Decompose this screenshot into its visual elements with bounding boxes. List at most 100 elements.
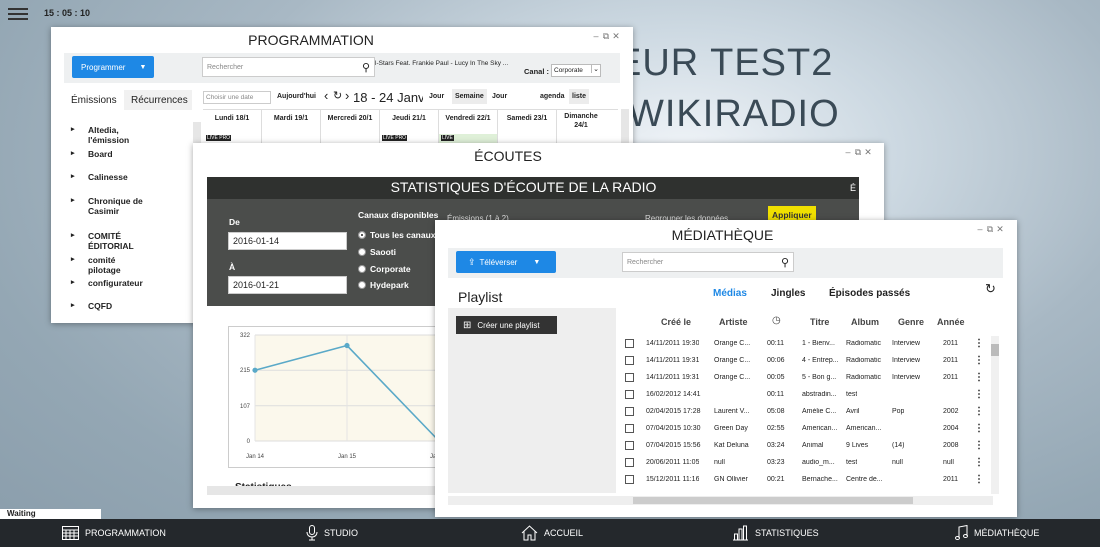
table-cell: null	[943, 459, 954, 466]
refresh-icon[interactable]: ↻	[985, 281, 996, 297]
refresh-icon[interactable]: ↻	[333, 89, 342, 102]
more-icon[interactable]: ⋮	[974, 440, 984, 451]
tab-past-episodes[interactable]: Épisodes passés	[829, 288, 910, 299]
nav-programmation[interactable]: PROGRAMMATION	[62, 519, 166, 547]
more-icon[interactable]: ⋮	[974, 355, 984, 366]
more-icon[interactable]: ⋮	[974, 389, 984, 400]
search-input[interactable]: Rechercher ⚲	[622, 252, 794, 272]
more-icon[interactable]: ⋮	[974, 474, 984, 485]
today-button[interactable]: Aujourd'hui	[277, 93, 316, 100]
table-row[interactable]: 16/02/2012 14:41 00:11 abstradin... test ⋮	[616, 387, 986, 404]
prev-icon[interactable]: ‹	[324, 88, 328, 103]
day-view-button[interactable]: Jour	[429, 93, 444, 100]
column-header[interactable]: Artiste	[719, 317, 748, 327]
agenda-view-button[interactable]: agenda	[540, 93, 565, 100]
column-header[interactable]: Genre	[898, 317, 924, 327]
table-cell: Orange C...	[714, 374, 751, 381]
week-view-button[interactable]: Semaine	[452, 89, 487, 104]
scrollbar[interactable]	[448, 496, 993, 505]
row-checkbox[interactable]	[625, 390, 634, 399]
table-row[interactable]: 20/06/2011 11:05 null 03:23 audio_m... test n…	[616, 455, 986, 472]
row-checkbox[interactable]	[625, 356, 634, 365]
column-header[interactable]: Album	[851, 317, 879, 327]
program-button[interactable]: Programmer ▼	[72, 56, 154, 78]
restore-icon[interactable]: ⧉	[853, 147, 863, 158]
upload-button[interactable]: ⇪ Téléverser ▼	[456, 251, 556, 273]
row-checkbox[interactable]	[625, 407, 634, 416]
restore-icon[interactable]: ⧉	[601, 31, 611, 42]
table-cell: Pop	[892, 408, 905, 415]
minimize-icon[interactable]: –	[591, 31, 601, 41]
more-icon[interactable]: ⋮	[974, 423, 984, 434]
table-row[interactable]: 14/11/2011 19:31 Orange C... 00:06 4 - Entr…	[616, 353, 986, 370]
minimize-icon[interactable]: –	[843, 147, 853, 157]
row-checkbox[interactable]	[625, 475, 634, 484]
table-row[interactable]: 14/11/2011 19:30 Orange C... 00:11 1 - Bien…	[616, 336, 986, 353]
menu-icon[interactable]	[8, 8, 28, 20]
canal-select[interactable]: Corporate ⌄	[551, 64, 601, 77]
table-row[interactable]: 02/04/2015 17:28 Laurent V... 05:08 Amélie …	[616, 404, 986, 421]
row-checkbox[interactable]	[625, 339, 634, 348]
tab-jingles[interactable]: Jingles	[771, 288, 805, 299]
channel-radio[interactable]: Hydepark	[358, 280, 409, 290]
program-slot[interactable]: LIVE	[441, 135, 454, 141]
chart-panel: 0107215322Jan 14Jan 15Jan 16	[228, 326, 453, 468]
program-slot[interactable]: LIVE PRO	[382, 135, 408, 141]
nav-mediatheque[interactable]: MÉDIATHÈQUE	[955, 519, 1039, 547]
top-bar: 15 : 05 : 10	[0, 0, 1100, 26]
table-cell: 00:11	[767, 340, 784, 347]
table-row[interactable]: 15/12/2011 11:16 GN Ollivier 00:21 Bernache…	[616, 472, 986, 489]
media-table: Créé le Artiste ◷ Titre Album Genre Anné…	[616, 312, 1004, 496]
scrollbar[interactable]	[207, 486, 447, 495]
minimize-icon[interactable]: –	[975, 224, 985, 234]
close-icon[interactable]: ✕	[863, 147, 873, 158]
nav-studio[interactable]: STUDIO	[306, 519, 358, 547]
table-cell: Green Day	[714, 425, 748, 432]
table-cell: 00:11	[767, 391, 784, 398]
more-icon[interactable]: ⋮	[974, 457, 984, 468]
close-icon[interactable]: ✕	[611, 31, 621, 42]
tab-recurrences[interactable]: Récurrences	[124, 90, 192, 110]
tab-medias[interactable]: Médias	[713, 288, 747, 299]
scrollbar[interactable]	[991, 336, 999, 494]
nav-accueil[interactable]: ACCUEIL	[521, 519, 583, 547]
table-row[interactable]: 07/04/2015 10:30 Green Day 02:55 American..…	[616, 421, 986, 438]
search-icon[interactable]: ⚲	[362, 61, 370, 74]
column-header[interactable]: Année	[937, 317, 965, 327]
channel-radio[interactable]: Tous les canaux	[358, 230, 436, 240]
nav-statistiques[interactable]: STATISTIQUES	[732, 519, 819, 547]
date-picker[interactable]: Choisir une date	[203, 91, 271, 104]
column-header[interactable]: Créé le	[661, 317, 691, 327]
search-icon[interactable]: ⚲	[781, 256, 789, 269]
channel-radio[interactable]: Corporate	[358, 264, 411, 274]
row-checkbox[interactable]	[625, 441, 634, 450]
more-icon[interactable]: ⋮	[974, 372, 984, 383]
day-view-button-2[interactable]: Jour	[492, 93, 507, 100]
table-row[interactable]: 14/11/2011 19:31 Orange C... 00:05 5 - Bon …	[616, 370, 986, 387]
create-playlist-button[interactable]: ⊞ Créer une playlist	[456, 316, 557, 334]
channel-radio[interactable]: Saooti	[358, 247, 396, 257]
column-header[interactable]: Titre	[810, 317, 829, 327]
to-date-input[interactable]: 2016-01-21	[228, 276, 347, 294]
restore-icon[interactable]: ⧉	[985, 224, 995, 235]
close-icon[interactable]: ✕	[995, 224, 1005, 235]
program-slot[interactable]: LIVE PRO	[206, 135, 232, 141]
stats-header-right: É	[850, 183, 857, 193]
from-date-input[interactable]: 2016-01-14	[228, 232, 347, 250]
table-cell: Kat Deluna	[714, 442, 749, 449]
list-view-button[interactable]: liste	[569, 89, 590, 104]
more-icon[interactable]: ⋮	[974, 338, 984, 349]
day-header: Samedi 23/1	[506, 115, 548, 122]
more-icon[interactable]: ⋮	[974, 406, 984, 417]
row-checkbox[interactable]	[625, 373, 634, 382]
day-header: Vendredi 22/1	[445, 115, 491, 122]
tab-emissions[interactable]: Émissions	[64, 90, 124, 110]
row-checkbox[interactable]	[625, 424, 634, 433]
table-cell: 14/11/2011 19:30	[646, 340, 700, 347]
next-icon[interactable]: ›	[345, 88, 349, 103]
search-input[interactable]: Rechercher ⚲	[202, 57, 375, 77]
table-row[interactable]: 07/04/2015 15:56 Kat Deluna 03:24 Animal 9 L…	[616, 438, 986, 455]
table-cell: 2002	[943, 408, 959, 415]
row-checkbox[interactable]	[625, 458, 634, 467]
clock-icon[interactable]: ◷	[772, 315, 781, 326]
